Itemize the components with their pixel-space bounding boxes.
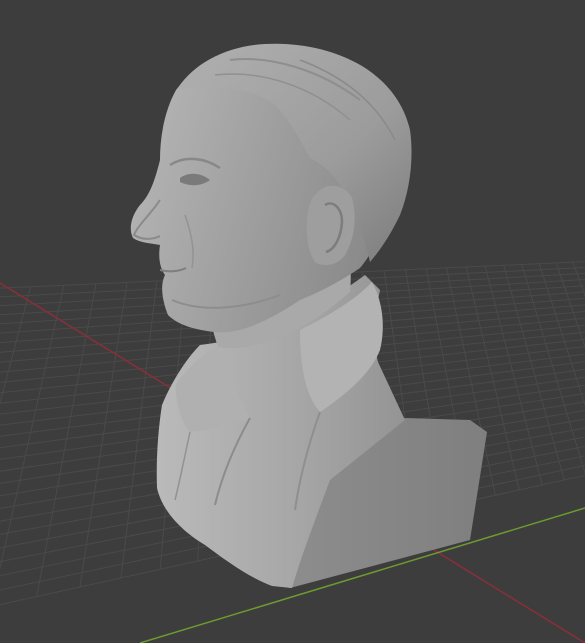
bust-sculpture[interactable] xyxy=(130,43,487,588)
grid-line xyxy=(36,283,97,597)
3d-viewport[interactable] xyxy=(0,0,585,643)
viewport-canvas[interactable] xyxy=(0,0,585,643)
